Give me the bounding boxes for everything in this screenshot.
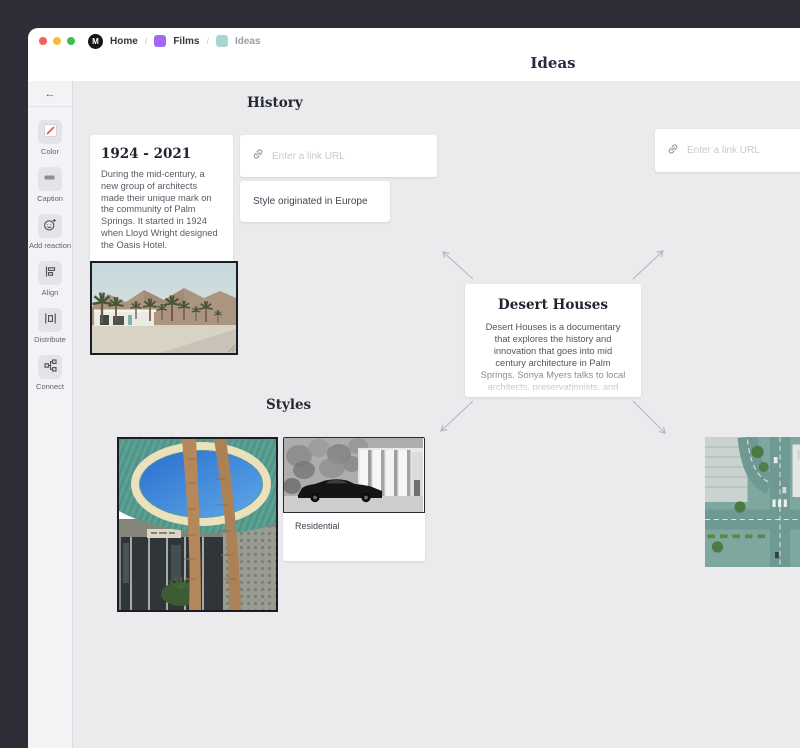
tool-label: Color [41, 147, 59, 156]
distribute-button[interactable] [38, 308, 62, 332]
tool-label: Distribute [34, 335, 66, 344]
color-button[interactable] [38, 120, 62, 144]
tool-color: Color [38, 120, 62, 156]
connect-icon [44, 359, 57, 375]
breadcrumb-ideas[interactable]: Ideas [235, 36, 261, 47]
color-icon [44, 124, 57, 140]
style-origin-text: Style originated in Europe [253, 196, 368, 207]
note-card-1924-2021[interactable]: 1924 - 2021 During the mid-century, a ne… [90, 135, 233, 264]
tool-align: Align [38, 261, 62, 297]
breadcrumb-films[interactable]: Films [173, 36, 199, 47]
connect-button[interactable] [38, 355, 62, 379]
residential-caption: Residential [283, 513, 425, 531]
round-building-photo[interactable] [117, 437, 278, 612]
board-title: Ideas [530, 54, 575, 72]
tool-label: Caption [37, 194, 63, 203]
app-window: M Home / Films / Ideas Ideas ← Color [28, 28, 800, 748]
tool-label: Connect [36, 382, 64, 391]
styles-heading[interactable]: Styles [266, 397, 311, 413]
add-reaction-button[interactable] [38, 214, 62, 238]
window-controls [39, 37, 75, 45]
link-url-placeholder: Enter a link URL [272, 151, 345, 162]
milanote-logo-icon[interactable]: M [88, 34, 103, 49]
tool-connect: Connect [36, 355, 64, 391]
link-url-placeholder: Enter a link URL [687, 145, 760, 156]
link-icon [252, 147, 264, 165]
collapse-sidebar-button[interactable]: ← [28, 81, 72, 107]
link-url-input-top[interactable]: Enter a link URL [240, 135, 437, 177]
breadcrumb-separator: / [145, 36, 148, 46]
close-window-button[interactable] [39, 37, 47, 45]
maximize-window-button[interactable] [67, 37, 75, 45]
caption-button[interactable] [38, 167, 62, 191]
main-area: ← Color Caption [28, 81, 800, 748]
breadcrumb-home[interactable]: Home [110, 36, 138, 47]
board-canvas[interactable]: History 1924 - 2021 During the mid-centu… [73, 81, 800, 748]
breadcrumb: M Home / Films / Ideas [88, 34, 261, 49]
palm-springs-street-photo[interactable] [90, 261, 238, 355]
breadcrumb-separator: / [206, 36, 209, 46]
note-title: 1924 - 2021 [101, 146, 222, 162]
link-icon [667, 142, 679, 160]
distribute-icon [44, 312, 57, 328]
tool-sidebar: ← Color Caption [28, 81, 73, 748]
aerial-streets-photo[interactable] [705, 437, 800, 567]
tool-caption: Caption [37, 167, 63, 203]
desert-houses-title: Desert Houses [478, 297, 628, 313]
tool-label: Align [42, 288, 59, 297]
history-heading[interactable]: History [247, 95, 303, 111]
residential-bw-photo [283, 437, 425, 513]
style-origin-card[interactable]: Style originated in Europe [240, 181, 390, 222]
desert-houses-body: Desert Houses is a documentary that expl… [478, 321, 628, 397]
align-button[interactable] [38, 261, 62, 285]
desert-houses-card[interactable]: Desert Houses Desert Houses is a documen… [465, 284, 641, 397]
tool-distribute: Distribute [34, 308, 66, 344]
tool-add-reaction: Add reaction [29, 214, 71, 250]
films-board-icon[interactable] [154, 35, 166, 47]
board-titlebar: Ideas [28, 54, 800, 81]
link-url-input-right[interactable]: Enter a link URL [655, 129, 800, 172]
browser-topbar: M Home / Films / Ideas [28, 28, 800, 54]
tool-list: Color Caption Add reaction [29, 120, 71, 391]
minimize-window-button[interactable] [53, 37, 61, 45]
ideas-board-icon[interactable] [216, 35, 228, 47]
residential-card[interactable]: Residential [283, 437, 425, 561]
add-reaction-icon [43, 218, 57, 235]
align-icon [44, 265, 57, 281]
note-body: During the mid-century, a new group of a… [101, 169, 222, 252]
caption-icon [43, 171, 56, 187]
resize-handle[interactable] [227, 344, 236, 353]
tool-label: Add reaction [29, 241, 71, 250]
